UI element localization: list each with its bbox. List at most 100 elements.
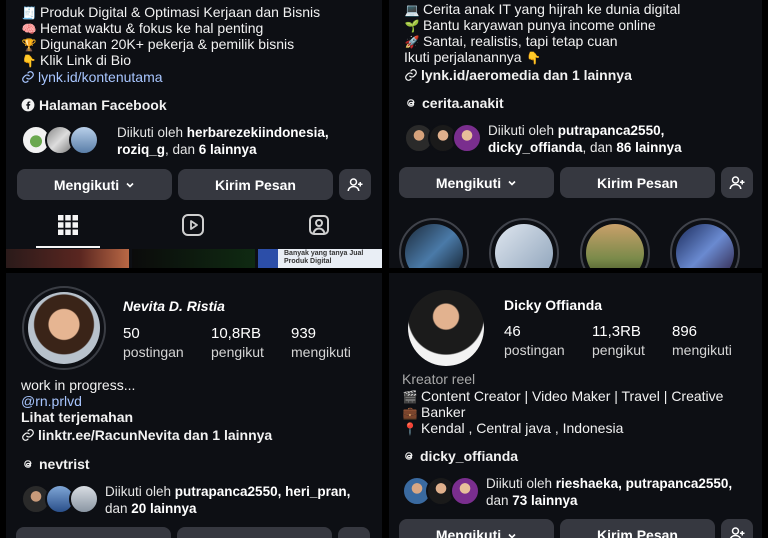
profile-panel-nevita: Nevita D. Ristia 50 postingan 10,8RB pengi… (6, 273, 382, 538)
add-user-icon (729, 175, 745, 189)
mutual-followers[interactable]: Diikuti oleh putrapanca2550, heri_pran, … (21, 483, 374, 517)
pointing-down-icon: 👇 (21, 54, 37, 68)
bio-link[interactable]: lynk.id/aeromedia dan 1 lainnya (404, 67, 754, 83)
facebook-icon (21, 98, 35, 112)
posts-stat[interactable]: 50 postingan (123, 325, 184, 361)
followers-stat[interactable]: 11,3RB pengikut (592, 323, 645, 359)
profile-panel-dicky: Dicky Offianda 46 postingan 11,3RB pengiku… (389, 273, 762, 538)
profile-category: Kreator reel (402, 371, 476, 387)
bio-line: 📍 Kendal , Central java , Indonesia (402, 420, 624, 436)
profile-panel-cerita-anakit: 💻 Cerita anak IT yang hijrah ke dunia dig… (389, 0, 762, 268)
highlight[interactable] (670, 218, 740, 268)
profile-panel-kontenutama: 🧾 Produk Digital & Optimasi Kerjaan dan B… (6, 0, 382, 268)
bio-line: 🏆 Digunakan 20K+ pekerja & pemilik bisnis (21, 36, 295, 52)
bio-line: 👇 Klik Link di Bio (21, 52, 132, 68)
thumbnail-caption: Banyak yang tanya Jual Produk Digital (284, 250, 364, 265)
story-highlights (389, 218, 762, 268)
message-button[interactable]: Kirim Pesan (560, 167, 715, 198)
post-thumbnail[interactable] (6, 249, 129, 268)
threads-icon (24, 460, 32, 468)
suggest-user-button[interactable] (721, 167, 753, 198)
mutual-followers-text: Diikuti oleh putrapanca2550, heri_pran, … (105, 484, 351, 516)
facebook-link[interactable]: Halaman Facebook (21, 97, 374, 113)
active-tab-indicator (36, 246, 100, 248)
message-button[interactable]: Kirim Pesan (178, 169, 333, 200)
mutual-followers-text: Diikuti oleh rieshaeka, putrapanca2550, … (486, 476, 733, 508)
receipt-icon: 🧾 (21, 6, 37, 20)
chevron-down-icon (508, 533, 516, 538)
bio-link[interactable]: linktr.ee/RacunNevita dan 1 lainnya (21, 427, 374, 443)
profile-tabs (6, 204, 382, 248)
bio-line: Ikuti perjalanannya 👇 (404, 49, 541, 65)
pointing-down-icon: 👇 (525, 51, 541, 65)
bio-link[interactable]: lynk.id/kontenutama (21, 69, 374, 85)
bio-line: 🚀 Santai, realistis, tapi tetap cuan (404, 33, 618, 49)
follower-avatars (21, 484, 105, 516)
message-button[interactable]: Kirim Pesan (560, 519, 715, 538)
following-button[interactable]: Mengikuti (399, 519, 554, 538)
bio-line: 🧠 Hemat waktu & fokus ke hal penting (21, 20, 264, 36)
post-thumbnail[interactable]: Banyak yang tanya Jual Produk Digital (258, 249, 382, 268)
following-button[interactable] (16, 527, 171, 538)
avatar (69, 125, 99, 155)
following-stat[interactable]: 939 mengikuti (291, 325, 351, 361)
following-stat[interactable]: 896 mengikuti (672, 323, 732, 359)
bio-line: 💻 Cerita anak IT yang hijrah ke dunia dig… (404, 1, 681, 17)
message-button[interactable] (177, 527, 332, 538)
mutual-followers-text: Diikuti oleh herbarezekiindonesia, roziq… (117, 125, 329, 157)
add-user-icon (729, 527, 745, 538)
threads-link[interactable]: cerita.anakit (404, 95, 754, 111)
follower-avatars (21, 125, 105, 157)
mutual-followers[interactable]: Diikuti oleh rieshaeka, putrapanca2550, … (402, 475, 754, 509)
briefcase-icon: 💼 (402, 406, 418, 420)
bio-line: 💼 Banker (402, 404, 466, 420)
highlight[interactable] (580, 218, 650, 268)
tagged-icon (309, 215, 329, 235)
bio-line: 🎬 Content Creator | Video Maker | Travel … (402, 388, 724, 404)
bio-line: 🧾 Produk Digital & Optimasi Kerjaan dan B… (21, 4, 321, 20)
threads-link[interactable]: dicky_offianda (402, 448, 754, 464)
highlight[interactable] (399, 218, 469, 268)
clapper-icon: 🎬 (402, 390, 418, 404)
chevron-down-icon (508, 180, 516, 186)
avatar (452, 123, 482, 153)
mutual-followers-text: Diikuti oleh putrapanca2550, dicky_offia… (488, 123, 682, 155)
threads-link[interactable]: nevtrist (21, 456, 374, 472)
suggest-user-button[interactable] (721, 519, 753, 538)
rocket-icon: 🚀 (404, 35, 420, 49)
follower-avatars (404, 123, 488, 155)
avatar (450, 476, 480, 506)
bio-text: work in progress... (21, 377, 136, 393)
post-thumbnail[interactable] (132, 249, 255, 268)
post-grid: Banyak yang tanya Jual Produk Digital (6, 249, 382, 268)
suggest-user-button[interactable] (339, 169, 371, 200)
suggest-user-button[interactable] (338, 527, 370, 538)
translate-link[interactable]: Lihat terjemahan (21, 409, 374, 425)
reels-icon (182, 214, 204, 236)
following-button[interactable]: Mengikuti (399, 167, 554, 198)
followers-stat[interactable]: 10,8RB pengikut (211, 325, 264, 361)
profile-avatar[interactable] (22, 286, 106, 370)
tab-grid[interactable] (55, 212, 81, 238)
mention-link[interactable]: @rn.prlvd (21, 393, 374, 409)
bio-line: 🌱 Bantu karyawan punya income online (404, 17, 656, 33)
add-user-icon (347, 177, 363, 191)
posts-stat[interactable]: 46 postingan (504, 323, 565, 359)
follower-avatars (402, 476, 486, 508)
highlight[interactable] (489, 218, 559, 268)
mutual-followers[interactable]: Diikuti oleh herbarezekiindonesia, roziq… (21, 124, 374, 158)
threads-icon (405, 452, 413, 460)
chevron-down-icon (126, 182, 134, 188)
laptop-icon: 💻 (404, 3, 420, 17)
grid-icon (58, 215, 78, 235)
following-button[interactable]: Mengikuti (17, 169, 172, 200)
profile-avatar[interactable] (408, 290, 484, 366)
tab-tagged[interactable] (306, 212, 332, 238)
mutual-followers[interactable]: Diikuti oleh putrapanca2550, dicky_offia… (404, 122, 754, 156)
avatar (69, 484, 99, 514)
link-icon (405, 69, 417, 81)
avatar-photo (28, 292, 100, 364)
threads-icon (407, 99, 415, 107)
brain-icon: 🧠 (21, 22, 37, 36)
tab-reels[interactable] (180, 212, 206, 238)
